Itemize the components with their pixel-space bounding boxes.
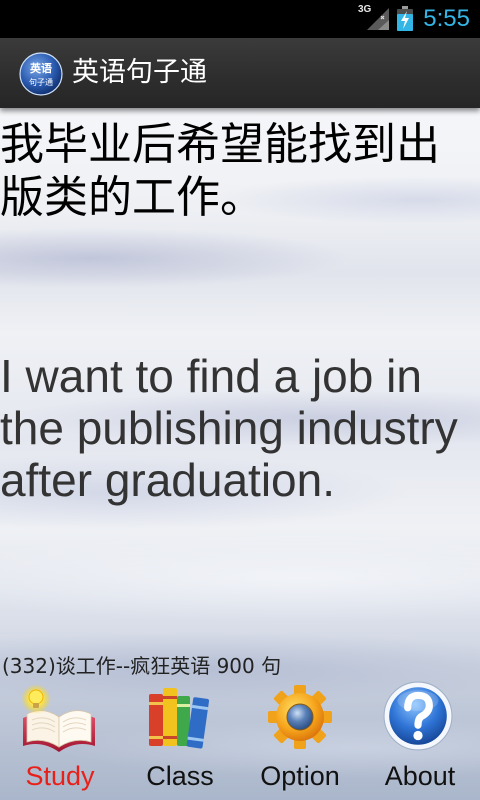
battery-shape (397, 6, 413, 31)
book-stack-icon (149, 688, 210, 749)
chinese-sentence: 我毕业后希望能找到出版类的工作。 (0, 119, 440, 223)
yellow-book (163, 688, 177, 746)
nav-label-option: Option (260, 761, 340, 791)
red-book (149, 694, 163, 746)
help-question-icon (383, 681, 453, 751)
gear-icon (268, 685, 332, 749)
battery-charging-icon (397, 6, 413, 31)
nav-item-option[interactable]: Option (240, 680, 360, 800)
nav-label-study: Study (25, 761, 95, 791)
logo-text-top: 英语 (29, 61, 52, 75)
logo-text-bottom: 句子通 (29, 77, 53, 87)
nav-label-about: About (384, 761, 456, 791)
nav-item-class[interactable]: Class (120, 680, 240, 800)
nav-label-class: Class (146, 761, 214, 791)
nav-item-study[interactable]: Study (0, 680, 120, 800)
app-logo-icon: 英语 句子通 (19, 52, 63, 96)
lightbulb (21, 684, 51, 714)
status-bar: 3G 5:55 (0, 0, 480, 38)
sentence-panel: 我毕业后希望能找到出版类的工作。 I want to find a job in… (0, 108, 480, 800)
network-type-label: 3G (358, 4, 372, 15)
clock-time: 5:55 (423, 5, 470, 32)
bottom-nav: Study Class Option About (0, 680, 480, 800)
action-bar: 英语 句子通 英语句子通 (0, 38, 480, 108)
open-book-lightbulb-icon (21, 684, 95, 752)
nav-item-about[interactable]: About (360, 680, 480, 800)
app-title: 英语句子通 (72, 57, 207, 88)
gear-hub (286, 703, 314, 731)
lesson-caption: (332)谈工作--疯狂英语 900 句 (2, 654, 282, 678)
english-sentence: I want to find a job in the publishing i… (0, 350, 458, 506)
